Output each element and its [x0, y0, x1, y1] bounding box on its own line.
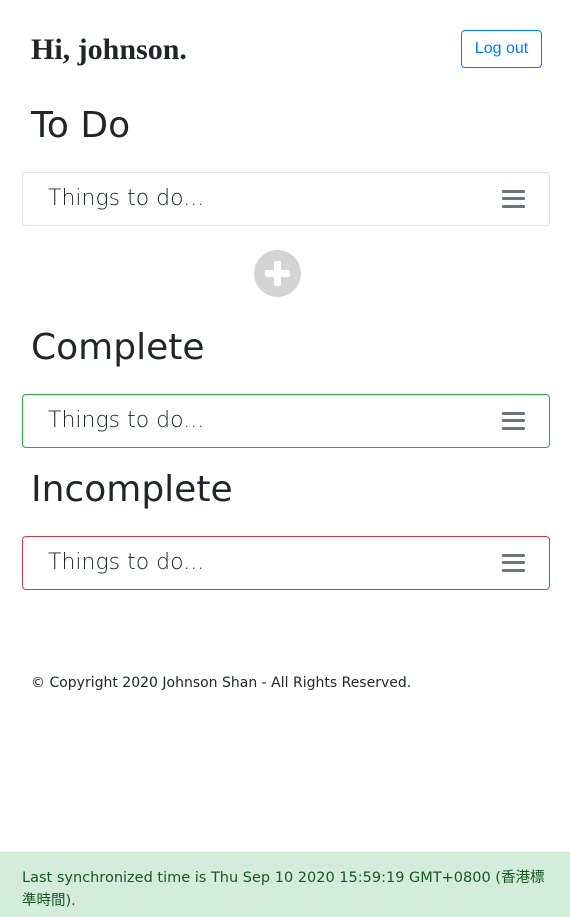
hamburger-menu-icon[interactable] — [502, 554, 525, 572]
todo-card[interactable]: Things to do... — [22, 172, 550, 226]
sync-status-alert: Last synchronized time is Thu Sep 10 202… — [0, 852, 570, 917]
complete-card[interactable]: Things to do... — [22, 394, 550, 448]
app-page: Hi, johnson. Log out To Do Things to do.… — [0, 0, 570, 917]
todo-card-label: Things to do... — [48, 186, 205, 211]
greeting-heading: Hi, johnson. — [31, 33, 187, 66]
complete-card-label: Things to do... — [48, 408, 205, 433]
logout-button[interactable]: Log out — [461, 30, 542, 68]
incomplete-card[interactable]: Things to do... — [22, 536, 550, 590]
add-task-button[interactable] — [254, 250, 301, 297]
hamburger-menu-icon[interactable] — [502, 190, 525, 208]
copyright-text: © Copyright 2020 Johnson Shan - All Righ… — [31, 675, 412, 691]
hamburger-menu-icon[interactable] — [502, 412, 525, 430]
incomplete-card-label: Things to do... — [48, 550, 205, 575]
incomplete-section-title: Incomplete — [31, 469, 233, 510]
complete-section-title: Complete — [31, 327, 205, 368]
todo-section-title: To Do — [31, 105, 131, 146]
